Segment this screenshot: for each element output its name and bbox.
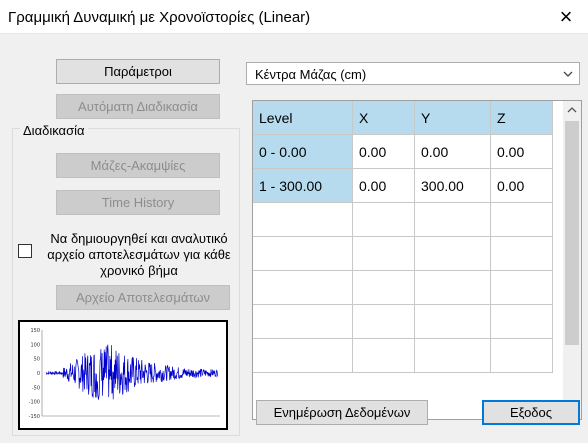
- empty-cell[interactable]: [491, 305, 553, 339]
- column-header-y[interactable]: Y: [415, 101, 491, 135]
- y-tick-label: -150: [29, 414, 40, 420]
- chevron-up-icon[interactable]: [563, 101, 581, 119]
- empty-cell[interactable]: [353, 203, 415, 237]
- exit-button[interactable]: Εξοδος: [482, 400, 580, 425]
- auto-process-button[interactable]: Αυτόματη Διαδικασία: [56, 94, 220, 119]
- row-z-cell[interactable]: 0.00: [491, 135, 553, 169]
- y-tick-label: -100: [29, 400, 40, 406]
- time-history-button[interactable]: Time History: [56, 190, 220, 215]
- result-type-value: Κέντρα Μάζας (cm): [255, 67, 367, 82]
- row-level-cell[interactable]: 0 - 0.00: [253, 135, 353, 169]
- empty-cell[interactable]: [491, 237, 553, 271]
- detailed-results-label: Να δημιουργηθεί και αναλυτικό αρχείο απο…: [47, 231, 231, 278]
- empty-cell[interactable]: [353, 339, 415, 373]
- column-header-z[interactable]: Z: [491, 101, 553, 135]
- empty-cell[interactable]: [353, 305, 415, 339]
- scrollbar-thumb[interactable]: [565, 121, 579, 345]
- empty-cell[interactable]: [415, 203, 491, 237]
- row-z-cell[interactable]: 0.00: [491, 169, 553, 203]
- time-history-plot: 150 100 50 0 -50 -100 -150: [29, 328, 220, 420]
- y-tick-label: 150: [30, 328, 40, 334]
- chevron-down-icon: [563, 71, 573, 77]
- empty-cell[interactable]: [415, 305, 491, 339]
- detailed-results-checkbox[interactable]: [18, 244, 32, 258]
- empty-cell[interactable]: [253, 271, 353, 305]
- empty-cell[interactable]: [491, 271, 553, 305]
- dialog-client: Παράμετροι Αυτόματη Διαδικασία Διαδικασί…: [0, 34, 588, 443]
- empty-cell[interactable]: [253, 305, 353, 339]
- y-tick-label: 0: [37, 371, 40, 377]
- result-type-select[interactable]: Κέντρα Μάζας (cm): [246, 62, 580, 85]
- y-tick-label: -50: [32, 385, 40, 391]
- acceleration-series-line: [45, 344, 218, 400]
- row-y-cell[interactable]: 0.00: [415, 135, 491, 169]
- vertical-scrollbar[interactable]: [563, 101, 581, 419]
- empty-cell[interactable]: [491, 203, 553, 237]
- results-file-button[interactable]: Αρχείο Αποτελεσμάτων: [56, 285, 230, 310]
- time-history-chart: 150 100 50 0 -50 -100 -150: [18, 320, 228, 430]
- empty-cell[interactable]: [415, 237, 491, 271]
- window-title: Γραμμική Δυναμική με Χρονοϊστορίες (Line…: [8, 9, 311, 26]
- process-group-label: Διαδικασία: [20, 123, 88, 138]
- data-grid[interactable]: Level X Y Z 0 - 0.00 0.00 0.00 0.00 1 - …: [252, 100, 582, 420]
- empty-cell[interactable]: [415, 339, 491, 373]
- parameters-button[interactable]: Παράμετροι: [56, 59, 220, 84]
- empty-cell[interactable]: [253, 203, 353, 237]
- close-icon[interactable]: ×: [544, 0, 588, 34]
- row-x-cell[interactable]: 0.00: [353, 169, 415, 203]
- empty-cell[interactable]: [353, 271, 415, 305]
- masses-stiffness-button[interactable]: Μάζες-Ακαμψίες: [56, 153, 220, 178]
- title-bar: Γραμμική Δυναμική με Χρονοϊστορίες (Line…: [0, 0, 588, 34]
- empty-cell[interactable]: [415, 271, 491, 305]
- empty-cell[interactable]: [253, 339, 353, 373]
- row-x-cell[interactable]: 0.00: [353, 135, 415, 169]
- row-level-cell[interactable]: 1 - 300.00: [253, 169, 353, 203]
- empty-cell[interactable]: [491, 339, 553, 373]
- empty-cell[interactable]: [353, 237, 415, 271]
- y-tick-label: 100: [30, 342, 40, 348]
- row-y-cell[interactable]: 300.00: [415, 169, 491, 203]
- empty-cell[interactable]: [253, 237, 353, 271]
- column-header-x[interactable]: X: [353, 101, 415, 135]
- update-data-button[interactable]: Ενημέρωση Δεδομένων: [256, 400, 428, 425]
- y-tick-label: 50: [34, 357, 40, 363]
- column-header-level[interactable]: Level: [253, 101, 353, 135]
